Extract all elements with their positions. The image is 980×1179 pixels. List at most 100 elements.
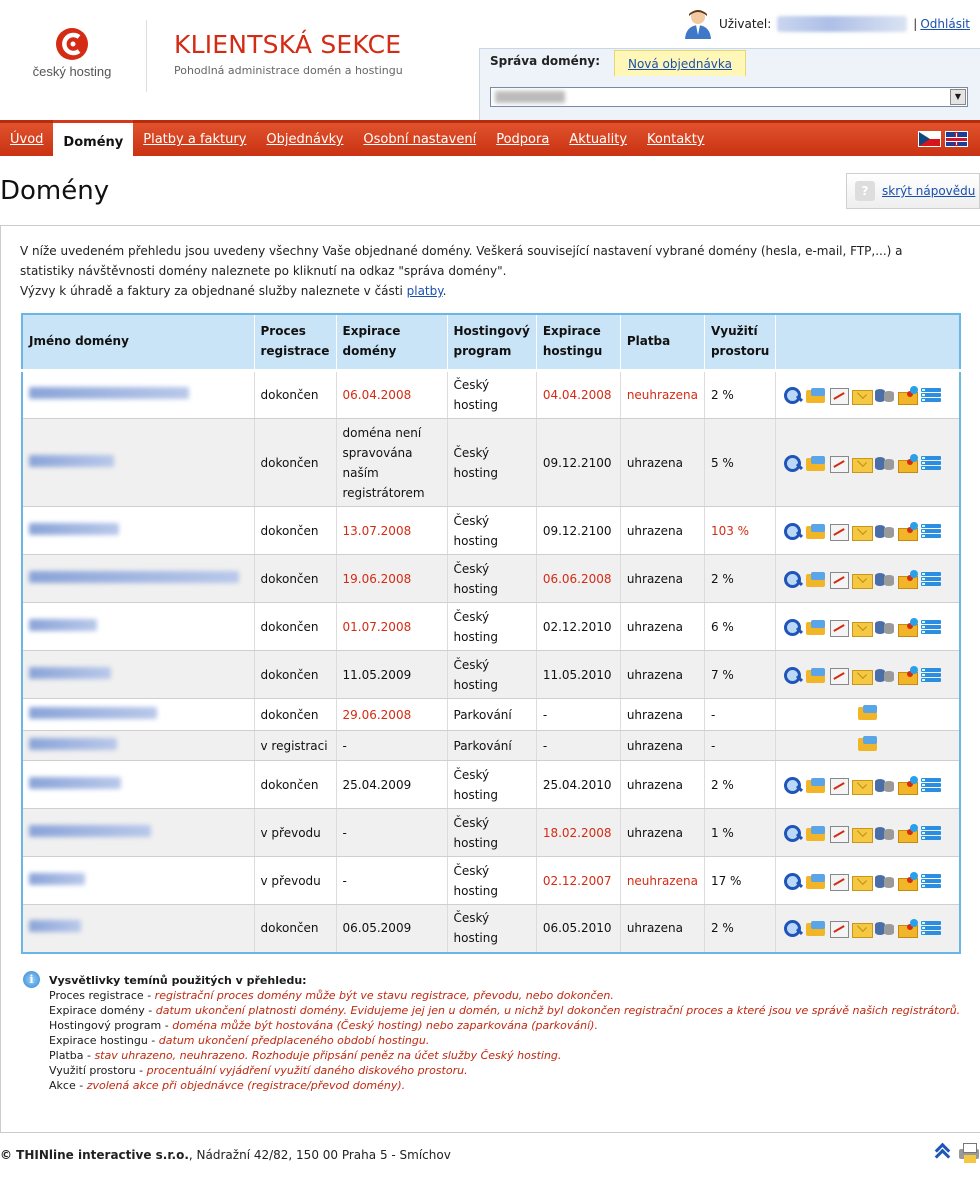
nav-item-kontakty[interactable]: Kontakty xyxy=(637,123,714,156)
mail-icon[interactable] xyxy=(851,522,874,541)
database-icon[interactable] xyxy=(874,618,896,636)
search-icon[interactable] xyxy=(782,386,804,404)
domain-name-link[interactable] xyxy=(29,872,85,885)
package-icon[interactable] xyxy=(897,775,919,795)
package-icon[interactable] xyxy=(897,521,919,541)
mail-icon[interactable] xyxy=(851,454,874,473)
tab-manage-domain[interactable]: Správa domény: xyxy=(490,54,600,68)
mail-icon[interactable] xyxy=(851,776,874,795)
search-icon[interactable] xyxy=(782,522,804,540)
flag-en-icon[interactable] xyxy=(945,131,968,147)
domain-name-link[interactable] xyxy=(29,824,151,837)
chart-icon[interactable] xyxy=(828,570,850,589)
chevron-down-icon[interactable]: ▼ xyxy=(950,89,966,105)
search-icon[interactable] xyxy=(782,666,804,684)
folder-icon[interactable] xyxy=(805,386,827,404)
list-icon[interactable] xyxy=(920,454,942,472)
database-icon[interactable] xyxy=(874,919,896,937)
chart-icon[interactable] xyxy=(828,386,850,405)
database-icon[interactable] xyxy=(874,666,896,684)
nav-item-aktuality[interactable]: Aktuality xyxy=(559,123,637,156)
search-icon[interactable] xyxy=(782,919,804,938)
package-icon[interactable] xyxy=(897,569,919,589)
nav-item-uvod[interactable]: Úvod xyxy=(0,123,53,156)
hide-help-link[interactable]: skrýt nápovědu xyxy=(882,184,975,198)
help-toggle[interactable]: ? skrýt nápovědu xyxy=(846,173,980,209)
nav-item-nastaveni[interactable]: Osobní nastavení xyxy=(353,123,486,156)
nav-item-platby[interactable]: Platby a faktury xyxy=(133,123,256,156)
folder-icon[interactable] xyxy=(805,618,827,636)
folder-icon[interactable] xyxy=(805,522,827,540)
domain-name-link[interactable] xyxy=(29,776,121,789)
database-icon[interactable] xyxy=(874,454,896,472)
search-icon[interactable] xyxy=(782,454,804,472)
list-icon[interactable] xyxy=(920,386,942,404)
list-icon[interactable] xyxy=(920,872,942,890)
list-icon[interactable] xyxy=(920,776,942,794)
list-icon[interactable] xyxy=(920,522,942,540)
mail-icon[interactable] xyxy=(851,386,874,405)
domain-name-link[interactable] xyxy=(29,522,119,535)
package-icon[interactable] xyxy=(897,919,919,939)
mail-icon[interactable] xyxy=(851,919,874,939)
search-icon[interactable] xyxy=(782,618,804,636)
database-icon[interactable] xyxy=(874,776,896,794)
folder-icon[interactable] xyxy=(857,734,879,752)
chart-icon[interactable] xyxy=(828,454,850,473)
package-icon[interactable] xyxy=(897,386,919,405)
domain-name-link[interactable] xyxy=(29,706,157,719)
domain-name-link[interactable] xyxy=(29,570,239,583)
mail-icon[interactable] xyxy=(851,570,874,589)
package-icon[interactable] xyxy=(897,823,919,843)
nav-item-domeny[interactable]: Domény xyxy=(53,120,134,156)
mail-icon[interactable] xyxy=(851,872,874,891)
domain-name-link[interactable] xyxy=(29,387,189,399)
tab-new-order[interactable]: Nová objednávka xyxy=(614,50,746,76)
package-icon[interactable] xyxy=(897,665,919,685)
payments-link[interactable]: platby xyxy=(407,284,443,298)
search-icon[interactable] xyxy=(782,872,804,890)
folder-icon[interactable] xyxy=(805,570,827,588)
folder-icon[interactable] xyxy=(805,666,827,684)
folder-icon[interactable] xyxy=(805,454,827,472)
mail-icon[interactable] xyxy=(851,618,874,637)
search-icon[interactable] xyxy=(782,776,804,794)
list-icon[interactable] xyxy=(920,824,942,842)
chart-icon[interactable] xyxy=(828,824,850,843)
list-icon[interactable] xyxy=(920,570,942,588)
search-icon[interactable] xyxy=(782,570,804,588)
package-icon[interactable] xyxy=(897,871,919,891)
nav-item-objednavky[interactable]: Objednávky xyxy=(256,123,353,156)
to-top-icon[interactable] xyxy=(934,1143,950,1161)
list-icon[interactable] xyxy=(920,919,942,937)
mail-icon[interactable] xyxy=(851,824,874,843)
folder-icon[interactable] xyxy=(805,824,827,842)
logo[interactable]: český hosting xyxy=(24,26,120,86)
chart-icon[interactable] xyxy=(828,666,850,685)
database-icon[interactable] xyxy=(874,570,896,588)
domain-name-link[interactable] xyxy=(29,666,111,679)
list-icon[interactable] xyxy=(920,618,942,636)
chart-icon[interactable] xyxy=(828,618,850,637)
print-icon[interactable] xyxy=(958,1143,980,1161)
logout-link[interactable]: Odhlásit xyxy=(920,17,970,31)
database-icon[interactable] xyxy=(874,824,896,842)
chart-icon[interactable] xyxy=(828,872,850,891)
domain-name-link[interactable] xyxy=(29,454,114,467)
domain-name-link[interactable] xyxy=(29,920,81,933)
folder-icon[interactable] xyxy=(805,919,827,937)
domain-name-link[interactable] xyxy=(29,618,97,631)
chart-icon[interactable] xyxy=(828,776,850,795)
flag-cz-icon[interactable] xyxy=(918,131,941,147)
list-icon[interactable] xyxy=(920,666,942,684)
folder-icon[interactable] xyxy=(857,703,879,721)
chart-icon[interactable] xyxy=(828,919,850,939)
package-icon[interactable] xyxy=(897,617,919,637)
domain-name-link[interactable] xyxy=(29,737,117,750)
domain-select[interactable]: ▼ xyxy=(490,87,968,107)
database-icon[interactable] xyxy=(874,872,896,890)
nav-item-podpora[interactable]: Podpora xyxy=(486,123,559,156)
chart-icon[interactable] xyxy=(828,522,850,541)
database-icon[interactable] xyxy=(874,386,896,404)
folder-icon[interactable] xyxy=(805,872,827,890)
